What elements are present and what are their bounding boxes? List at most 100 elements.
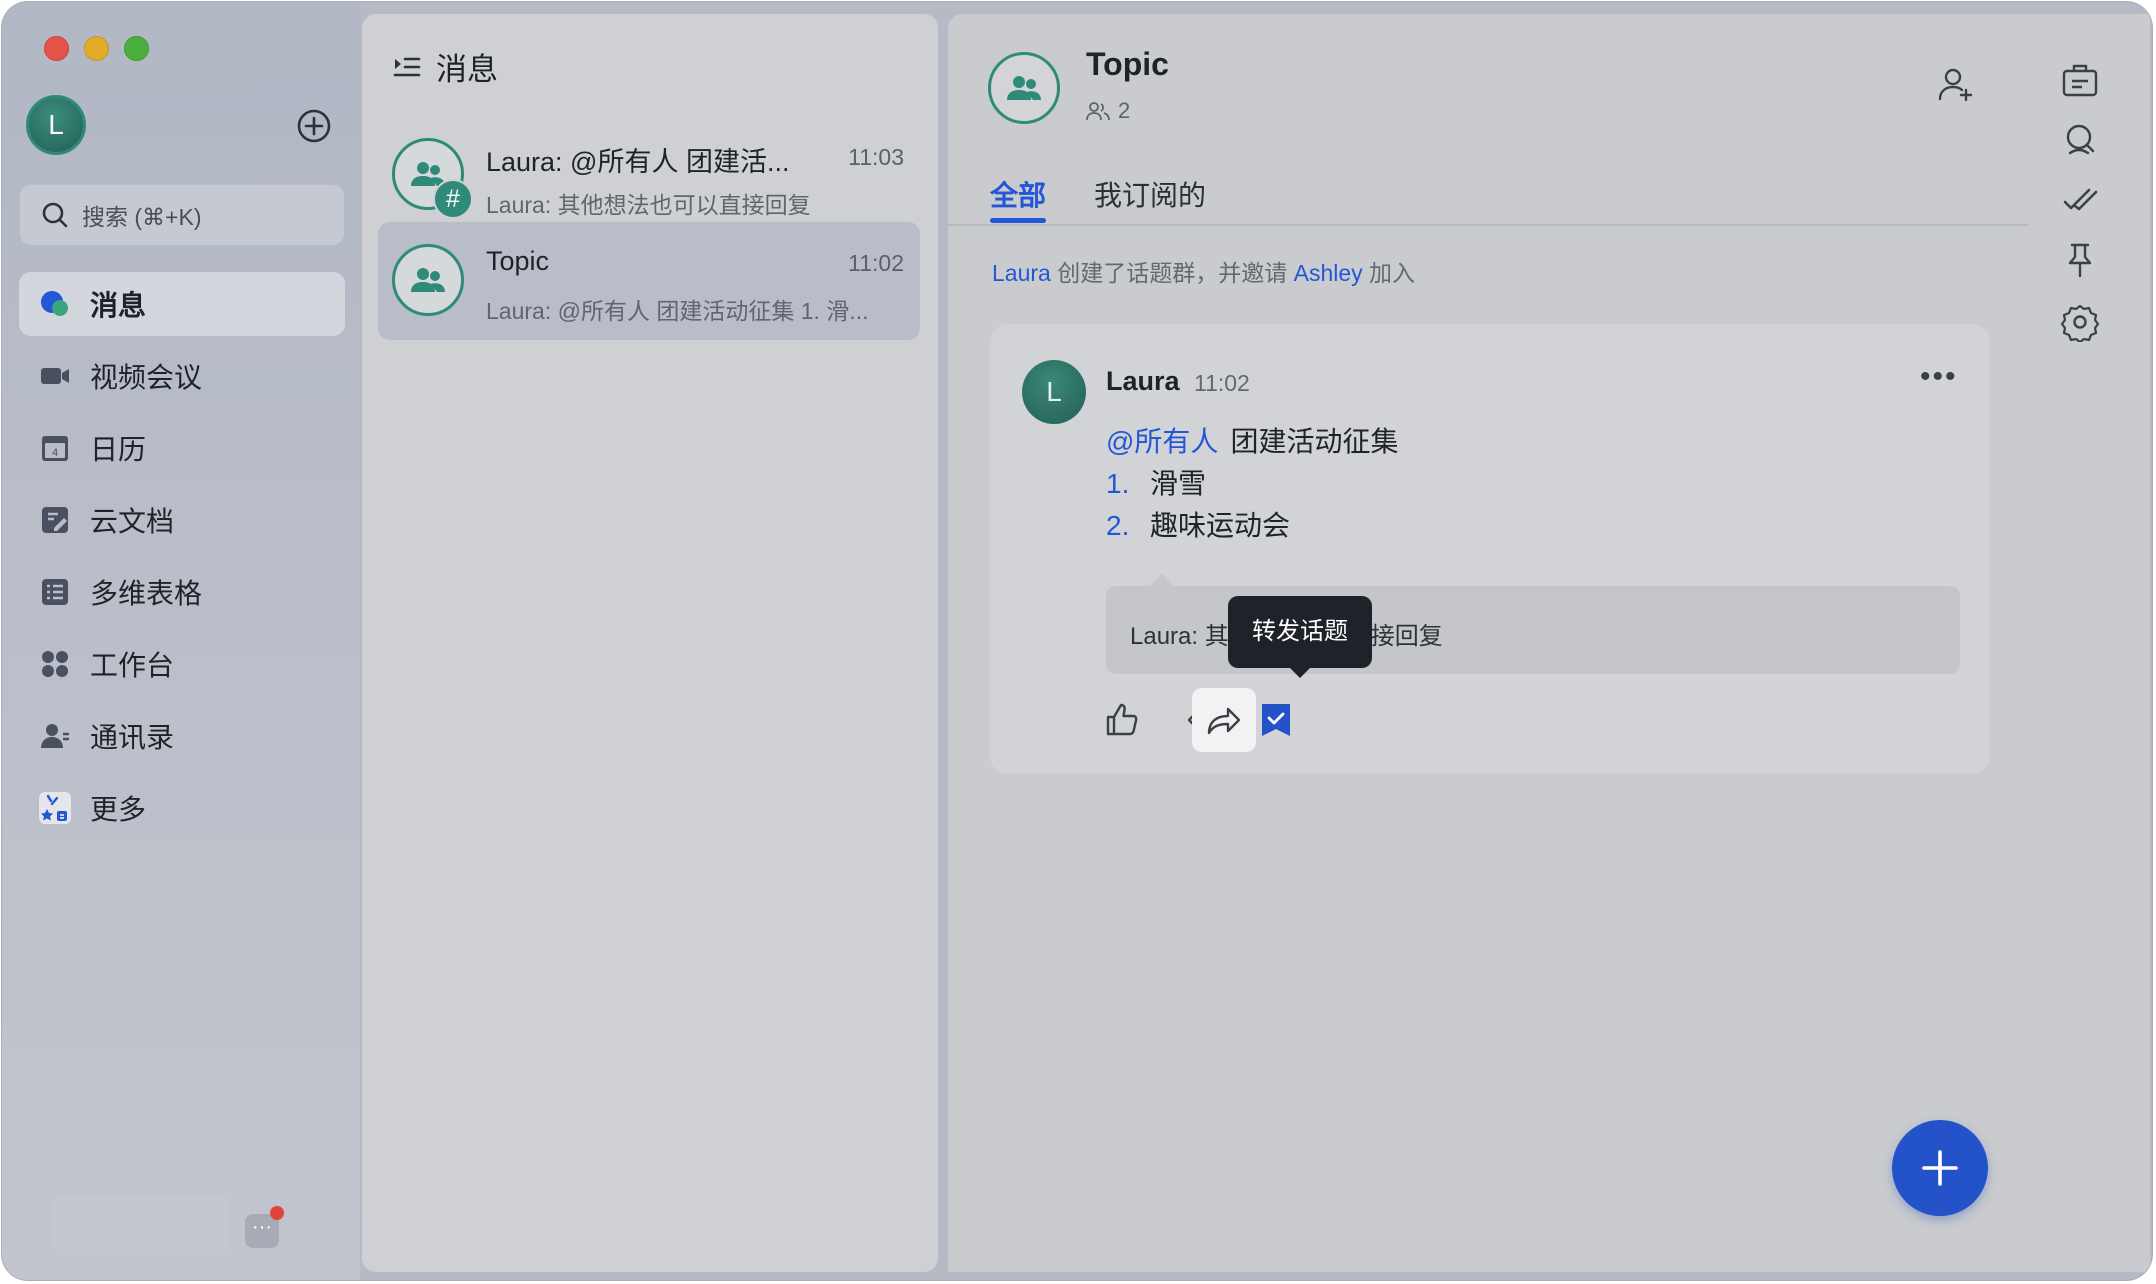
member-count[interactable]: 2	[1086, 98, 1130, 124]
save-button[interactable]	[1244, 688, 1308, 752]
chat-list-panel: 消息 # Laura: @所有人 团建活... 11:03 Laura: 其他想…	[362, 14, 938, 1272]
chat-time: 11:03	[848, 144, 904, 170]
search-icon[interactable]	[2060, 120, 2100, 160]
nav-item-base-table[interactable]: 多维表格	[19, 560, 345, 624]
cloud-docs-icon	[42, 507, 68, 533]
sidebar: L 搜索 (⌘+K) 消息 视频会议 4 日历 云文档 多维表格 工作台 通讯录…	[2, 2, 360, 1280]
list-text: 滑雪	[1150, 468, 1207, 499]
search-placeholder: 搜索 (⌘+K)	[82, 204, 202, 230]
sender-avatar-letter: L	[1046, 376, 1062, 407]
profile-placeholder	[52, 1194, 230, 1254]
double-check-icon[interactable]	[2060, 180, 2100, 220]
minimize-window-button[interactable]	[84, 36, 109, 61]
chat-item-laura-topic[interactable]: # Laura: @所有人 团建活... 11:03 Laura: 其他想法也可…	[378, 116, 920, 234]
new-topic-button[interactable]	[1892, 1120, 1988, 1216]
chat-list-header: 消息	[392, 44, 498, 89]
conversation-title: Topic	[1086, 46, 1169, 82]
svg-text:4: 4	[52, 447, 58, 459]
chat-item-topic[interactable]: Topic 11:02 Laura: @所有人 团建活动征集 1. 滑...	[378, 222, 920, 340]
collapse-list-icon[interactable]	[392, 52, 422, 82]
nav-label: 工作台	[90, 650, 175, 681]
close-window-button[interactable]	[44, 36, 69, 61]
chat-name: Laura: @所有人 团建活...	[486, 147, 790, 177]
nav-item-cloud-docs[interactable]: 云文档	[19, 488, 345, 552]
add-member-icon[interactable]	[1936, 64, 1976, 104]
list-item: 1. 滑雪	[1106, 462, 1206, 502]
system-message: Laura 创建了话题群，并邀请 Ashley 加入	[992, 254, 1415, 288]
tab-all[interactable]: 全部	[990, 174, 1046, 214]
user-avatar[interactable]: L	[26, 95, 86, 155]
contacts-icon	[41, 724, 69, 748]
reply-notch	[1150, 574, 1174, 586]
thumbs-up-icon	[1106, 703, 1138, 736]
gear-icon[interactable]	[2060, 302, 2100, 342]
members-icon	[1086, 102, 1110, 121]
nav-item-more[interactable]: 更多	[19, 776, 345, 840]
group-people-icon	[411, 268, 445, 292]
active-tab-indicator	[990, 218, 1046, 223]
nav-label: 日历	[90, 434, 147, 465]
base-table-icon	[42, 579, 68, 605]
chat-name: Topic	[486, 246, 550, 276]
chat-preview: Laura: @所有人 团建活动征集 1. 滑...	[486, 298, 869, 324]
list-number: 2.	[1106, 510, 1130, 541]
sender-name[interactable]: Laura	[1106, 366, 1180, 397]
calendar-icon: 4	[42, 436, 68, 461]
video-meeting-icon	[41, 368, 69, 384]
conversation-panel: Topic 2 全部 我订阅的 Laura 创建了话题群，并邀请 Ashley …	[948, 14, 2150, 1272]
nav-label: 多维表格	[90, 578, 203, 609]
nav-item-contacts[interactable]: 通讯录	[19, 704, 345, 768]
nav-item-video-meeting[interactable]: 视频会议	[19, 344, 345, 408]
message-more-button[interactable]: •••	[1920, 360, 1958, 394]
conversation-avatar[interactable]	[988, 52, 1060, 124]
search-box[interactable]: 搜索 (⌘+K)	[19, 184, 345, 246]
member-count-value: 2	[1118, 98, 1131, 123]
forward-topic-tooltip: 转发话题	[1228, 596, 1372, 678]
reply-text-start: Laura: 其	[1130, 623, 1229, 650]
search-icon	[42, 202, 68, 228]
like-button[interactable]	[1090, 688, 1154, 752]
topic-hash-badge: #	[433, 179, 473, 219]
plus-icon	[1922, 1150, 1958, 1186]
chat-list-title: 消息	[436, 52, 498, 87]
invitee-link[interactable]: Ashley	[1294, 260, 1363, 286]
briefcase-icon[interactable]	[2060, 60, 2100, 100]
conversation-tabs: 全部 我订阅的	[948, 154, 2028, 226]
system-text: 创建了话题群，并邀请	[1057, 260, 1288, 286]
zoom-window-button[interactable]	[124, 36, 149, 61]
add-circle-icon[interactable]	[294, 106, 334, 146]
nav-label: 消息	[90, 290, 147, 321]
bookmark-check-icon	[1262, 704, 1290, 736]
nav-label: 更多	[90, 794, 147, 825]
tab-subscribed[interactable]: 我订阅的	[1094, 174, 1206, 214]
mention-all[interactable]: @所有人	[1106, 426, 1218, 457]
nav-item-workplace[interactable]: 工作台	[19, 632, 345, 696]
forward-arrow-icon	[1207, 707, 1241, 735]
chat-preview: Laura: 其他想法也可以直接回复	[486, 192, 811, 218]
list-item: 2. 趣味运动会	[1106, 504, 1290, 544]
more-apps-icon	[39, 792, 71, 824]
sender-avatar[interactable]: L	[1022, 360, 1086, 424]
message-heading: @所有人 团建活动征集	[1106, 420, 1398, 460]
list-number: 1.	[1106, 468, 1130, 499]
nav-label: 通讯录	[90, 722, 175, 753]
nav-item-messages[interactable]: 消息	[19, 272, 345, 336]
workplace-icon	[42, 651, 68, 677]
messages-icon	[41, 291, 68, 316]
notification-dot	[270, 1206, 284, 1220]
group-people-icon	[1007, 76, 1041, 100]
system-text: 加入	[1369, 260, 1416, 286]
nav-label: 视频会议	[90, 362, 203, 393]
message-time: 11:02	[1194, 370, 1250, 396]
pin-icon[interactable]	[2060, 240, 2100, 280]
nav-item-calendar[interactable]: 4 日历	[19, 416, 345, 480]
nav-label: 云文档	[90, 506, 175, 537]
list-text: 趣味运动会	[1150, 510, 1291, 541]
message-card: L Laura 11:02 ••• @所有人 团建活动征集 1. 滑雪 2. 趣味运动…	[990, 324, 1990, 774]
message-heading-text: 团建活动征集	[1230, 426, 1399, 457]
creator-link[interactable]: Laura	[992, 260, 1051, 286]
chat-time: 11:02	[848, 250, 904, 276]
group-avatar	[392, 244, 464, 316]
app-window: L 搜索 (⌘+K) 消息 视频会议 4 日历 云文档 多维表格 工作台 通讯录…	[2, 2, 2152, 1280]
user-avatar-letter: L	[48, 109, 64, 140]
